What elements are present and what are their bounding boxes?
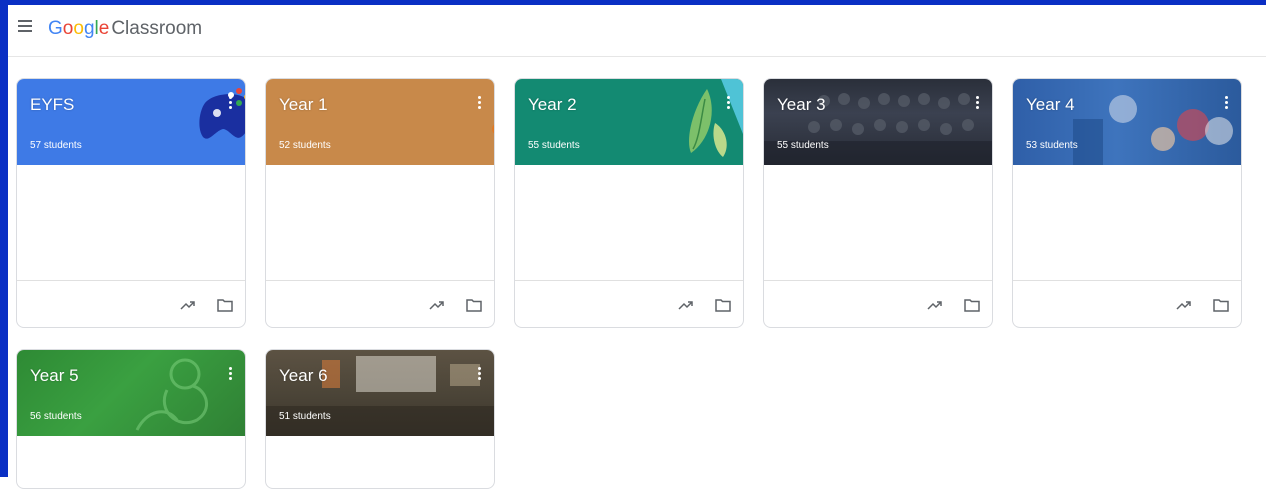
- class-photo-image: [764, 93, 992, 165]
- folder-icon[interactable]: [216, 296, 234, 314]
- logo-letter: g: [83, 18, 95, 39]
- class-card-header[interactable]: Year 5 56 students: [17, 350, 245, 436]
- class-card-header[interactable]: Year 4 53 students: [1013, 79, 1241, 165]
- more-vert-icon[interactable]: [478, 96, 482, 112]
- class-card[interactable]: Year 6 51 students: [265, 349, 495, 489]
- logo-letter: G: [48, 18, 63, 39]
- class-title[interactable]: Year 5: [30, 366, 79, 386]
- class-card-footer: [515, 280, 743, 327]
- folder-icon[interactable]: [465, 296, 483, 314]
- folder-icon[interactable]: [963, 296, 981, 314]
- menu-icon[interactable]: [18, 20, 32, 32]
- class-card-footer: [266, 280, 494, 327]
- monkey-photo-image: [135, 358, 208, 431]
- class-title[interactable]: Year 2: [528, 95, 577, 115]
- student-count: 52 students: [279, 140, 331, 151]
- class-title[interactable]: Year 6: [279, 366, 328, 386]
- class-card-header[interactable]: Year 2 55 students: [515, 79, 743, 165]
- class-card-header[interactable]: Year 6 51 students: [266, 350, 494, 436]
- class-title[interactable]: Year 3: [777, 95, 826, 115]
- student-count: 57 students: [30, 140, 82, 151]
- student-count: 55 students: [777, 140, 829, 151]
- pea-pod-icon: [688, 79, 743, 157]
- logo-letter: e: [98, 18, 110, 39]
- trending-up-icon[interactable]: [428, 296, 446, 314]
- window-left-border: [0, 0, 8, 477]
- student-count: 55 students: [528, 140, 580, 151]
- class-card[interactable]: EYFS 57 students: [16, 78, 246, 328]
- folder-icon[interactable]: [1212, 296, 1230, 314]
- class-title[interactable]: Year 1: [279, 95, 328, 115]
- more-vert-icon[interactable]: [478, 367, 482, 383]
- class-card[interactable]: Year 3 55 students: [763, 78, 993, 328]
- class-card[interactable]: Year 2 55 students: [514, 78, 744, 328]
- logo-letter: o: [73, 18, 84, 39]
- product-name: Classroom: [111, 18, 203, 39]
- more-vert-icon[interactable]: [727, 96, 731, 112]
- student-count: 51 students: [279, 411, 331, 422]
- trending-up-icon[interactable]: [926, 296, 944, 314]
- more-vert-icon[interactable]: [1225, 96, 1229, 112]
- class-title[interactable]: Year 4: [1026, 95, 1075, 115]
- more-vert-icon[interactable]: [976, 96, 980, 112]
- decoration-shape: [492, 124, 494, 134]
- class-card-header[interactable]: Year 3 55 students: [764, 79, 992, 165]
- trending-up-icon[interactable]: [1175, 296, 1193, 314]
- folder-icon[interactable]: [714, 296, 732, 314]
- class-card[interactable]: Year 4 53 students: [1012, 78, 1242, 328]
- trending-up-icon[interactable]: [677, 296, 695, 314]
- logo-letter: o: [62, 18, 74, 39]
- classroom-photo-image: [266, 356, 494, 436]
- more-vert-icon[interactable]: [229, 367, 233, 383]
- class-card[interactable]: Year 5 56 students: [16, 349, 246, 489]
- class-card-footer: [1013, 280, 1241, 327]
- class-card[interactable]: Year 1 52 students: [265, 78, 495, 328]
- more-vert-icon[interactable]: [229, 96, 233, 112]
- class-card-footer: [17, 280, 245, 327]
- app-header: Google Classroom: [8, 5, 1266, 57]
- class-title[interactable]: EYFS: [30, 95, 74, 115]
- class-card-header[interactable]: Year 1 52 students: [266, 79, 494, 165]
- student-count: 56 students: [30, 411, 82, 422]
- trending-up-icon[interactable]: [179, 296, 197, 314]
- class-card-footer: [764, 280, 992, 327]
- class-photo-image: [1073, 95, 1233, 165]
- app-logo[interactable]: Google Classroom: [48, 18, 202, 40]
- student-count: 53 students: [1026, 140, 1078, 151]
- game-controller-icon: [199, 88, 245, 139]
- class-card-header[interactable]: EYFS 57 students: [17, 79, 245, 165]
